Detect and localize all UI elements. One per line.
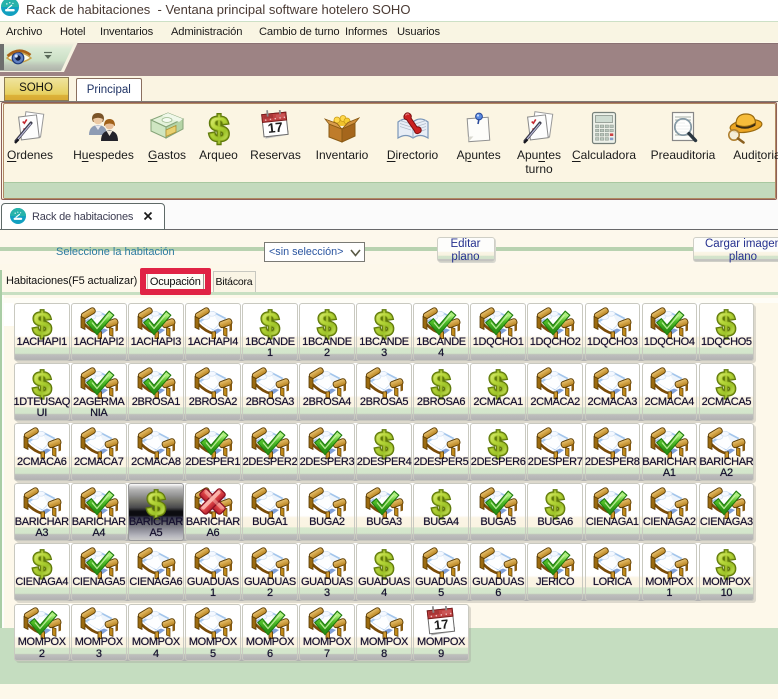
svg-text:$: $ [489, 366, 507, 400]
svg-text:$: $ [717, 366, 735, 400]
svg-text:$: $ [318, 306, 336, 340]
svg-text:$: $ [717, 306, 735, 340]
svg-text:$: $ [209, 110, 228, 146]
svg-text:$: $ [261, 306, 279, 340]
svg-text:$: $ [33, 366, 51, 400]
svg-text:17: 17 [433, 616, 449, 632]
svg-text:$: $ [432, 366, 450, 400]
svg-text:$: $ [375, 306, 393, 340]
svg-text:$: $ [33, 306, 51, 340]
svg-text:17: 17 [267, 120, 284, 136]
